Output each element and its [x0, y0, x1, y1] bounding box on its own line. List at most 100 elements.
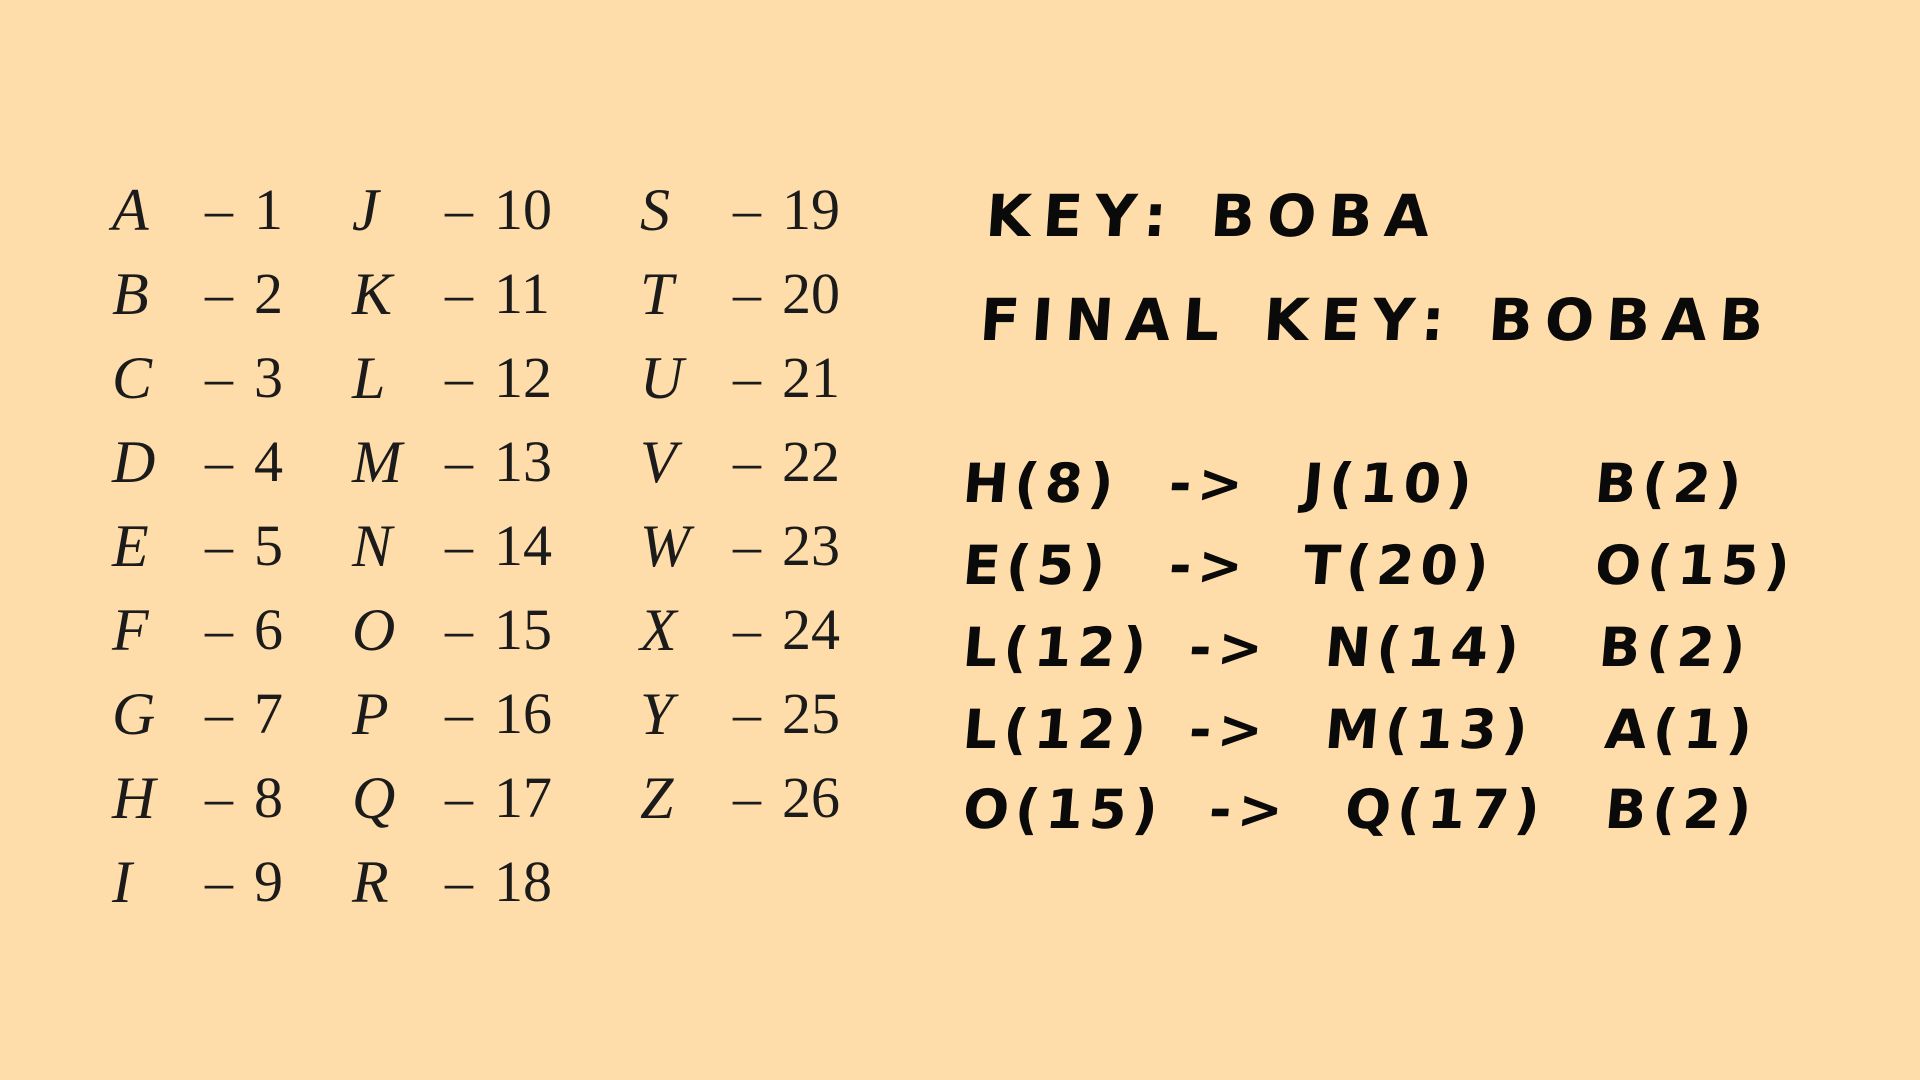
- key-letter: O(15): [1592, 534, 1799, 597]
- alphabet-dash: –: [205, 851, 233, 913]
- alphabet-letter: Q: [352, 765, 396, 831]
- cipher-letter: J(10): [1300, 452, 1481, 515]
- alphabet-letter: W: [640, 513, 690, 579]
- alphabet-number: 23: [782, 513, 840, 578]
- key-letter: B(2): [1602, 778, 1761, 841]
- alphabet-dash: –: [205, 683, 233, 745]
- alphabet-dash: –: [733, 515, 761, 577]
- alphabet-row: S –19: [640, 168, 840, 252]
- alphabet-row: N –14: [352, 504, 552, 588]
- alphabet-dash: –: [205, 767, 233, 829]
- alphabet-number: 6: [254, 597, 283, 662]
- alphabet-dash: –: [205, 599, 233, 661]
- plain-letter: H(8): [960, 452, 1123, 515]
- alphabet-row: F –6: [112, 588, 283, 672]
- alphabet-dash: –: [733, 263, 761, 325]
- alphabet-number: 25: [782, 681, 840, 746]
- alphabet-row: C –3: [112, 336, 283, 420]
- alphabet-dash: –: [205, 347, 233, 409]
- alphabet-number: 7: [254, 681, 283, 746]
- alphabet-dash: –: [733, 767, 761, 829]
- alphabet-dash: –: [733, 347, 761, 409]
- alphabet-number: 15: [494, 597, 552, 662]
- alphabet-row: R –18: [352, 840, 552, 924]
- final-key-note: FINAL KEY: BOBAB: [977, 286, 1778, 354]
- alphabet-row: K –11: [352, 252, 552, 336]
- alphabet-number: 4: [254, 429, 283, 494]
- alphabet-letter: C: [112, 345, 153, 411]
- alphabet-number: 5: [254, 513, 283, 578]
- alphabet-letter: J: [352, 177, 379, 243]
- alphabet-dash: –: [205, 431, 233, 493]
- alphabet-row: Y –25: [640, 672, 840, 756]
- alphabet-letter: Z: [640, 765, 674, 831]
- cipher-letter: N(14): [1322, 616, 1528, 679]
- alphabet-dash: –: [445, 347, 473, 409]
- alphabet-number: 20: [782, 261, 840, 326]
- alphabet-number: 22: [782, 429, 840, 494]
- arrow: ->: [1186, 616, 1272, 679]
- alphabet-number: 1: [254, 177, 283, 242]
- alphabet-letter: R: [352, 849, 389, 915]
- cipher-letter: M(13): [1322, 698, 1537, 761]
- arrow: ->: [1166, 452, 1252, 515]
- alphabet-column-3: S –19 T –20 U –21 V –22 W –23 X –24 Y –25 Z –26: [640, 168, 840, 840]
- alphabet-row: Z –26: [640, 756, 840, 840]
- alphabet-number: 12: [494, 345, 552, 410]
- cipher-letter: T(20): [1300, 534, 1498, 597]
- alphabet-row: P –16: [352, 672, 552, 756]
- alphabet-dash: –: [445, 515, 473, 577]
- alphabet-number: 21: [782, 345, 840, 410]
- alphabet-row: J –10: [352, 168, 552, 252]
- alphabet-letter: A: [112, 177, 149, 243]
- alphabet-dash: –: [205, 263, 233, 325]
- alphabet-letter: Y: [640, 681, 674, 747]
- alphabet-number: 9: [254, 849, 283, 914]
- alphabet-row: I –9: [112, 840, 283, 924]
- plain-letter: E(5): [960, 534, 1114, 597]
- alphabet-letter: X: [640, 597, 677, 663]
- alphabet-letter: L: [352, 345, 386, 411]
- alphabet-row: L –12: [352, 336, 552, 420]
- alphabet-number: 8: [254, 765, 283, 830]
- alphabet-letter: S: [640, 177, 670, 243]
- alphabet-row: D –4: [112, 420, 283, 504]
- alphabet-letter: F: [112, 597, 149, 663]
- alphabet-letter: U: [640, 345, 684, 411]
- alphabet-row: W –23: [640, 504, 840, 588]
- plain-letter: L(12): [960, 698, 1155, 761]
- alphabet-row: H –8: [112, 756, 283, 840]
- alphabet-number: 24: [782, 597, 840, 662]
- alphabet-dash: –: [733, 179, 761, 241]
- key-letter: B(2): [1592, 452, 1751, 515]
- alphabet-dash: –: [733, 599, 761, 661]
- alphabet-dash: –: [445, 767, 473, 829]
- alphabet-letter: D: [112, 429, 156, 495]
- plain-letter: L(12): [960, 616, 1155, 679]
- alphabet-column-2: J –10 K –11 L –12 M –13 N –14 O –15 P –16 Q –17 …: [352, 168, 552, 924]
- alphabet-row: Q –17: [352, 756, 552, 840]
- alphabet-letter: N: [352, 513, 393, 579]
- arrow: ->: [1166, 534, 1252, 597]
- key-letter: A(1): [1602, 698, 1761, 761]
- alphabet-number: 26: [782, 765, 840, 830]
- arrow: ->: [1206, 778, 1292, 841]
- alphabet-row: V –22: [640, 420, 840, 504]
- alphabet-letter: O: [352, 597, 396, 663]
- alphabet-number: 18: [494, 849, 552, 914]
- alphabet-letter: V: [640, 429, 677, 495]
- alphabet-number: 16: [494, 681, 552, 746]
- alphabet-dash: –: [205, 179, 233, 241]
- alphabet-number: 19: [782, 177, 840, 242]
- alphabet-dash: –: [445, 263, 473, 325]
- alphabet-row: G –7: [112, 672, 283, 756]
- alphabet-row: M –13: [352, 420, 552, 504]
- alphabet-number: 13: [494, 429, 552, 494]
- alphabet-number: 14: [494, 513, 552, 578]
- alphabet-letter: K: [352, 261, 393, 327]
- alphabet-number: 3: [254, 345, 283, 410]
- alphabet-dash: –: [445, 851, 473, 913]
- alphabet-number: 2: [254, 261, 283, 326]
- alphabet-number: 11: [494, 261, 550, 326]
- alphabet-dash: –: [445, 431, 473, 493]
